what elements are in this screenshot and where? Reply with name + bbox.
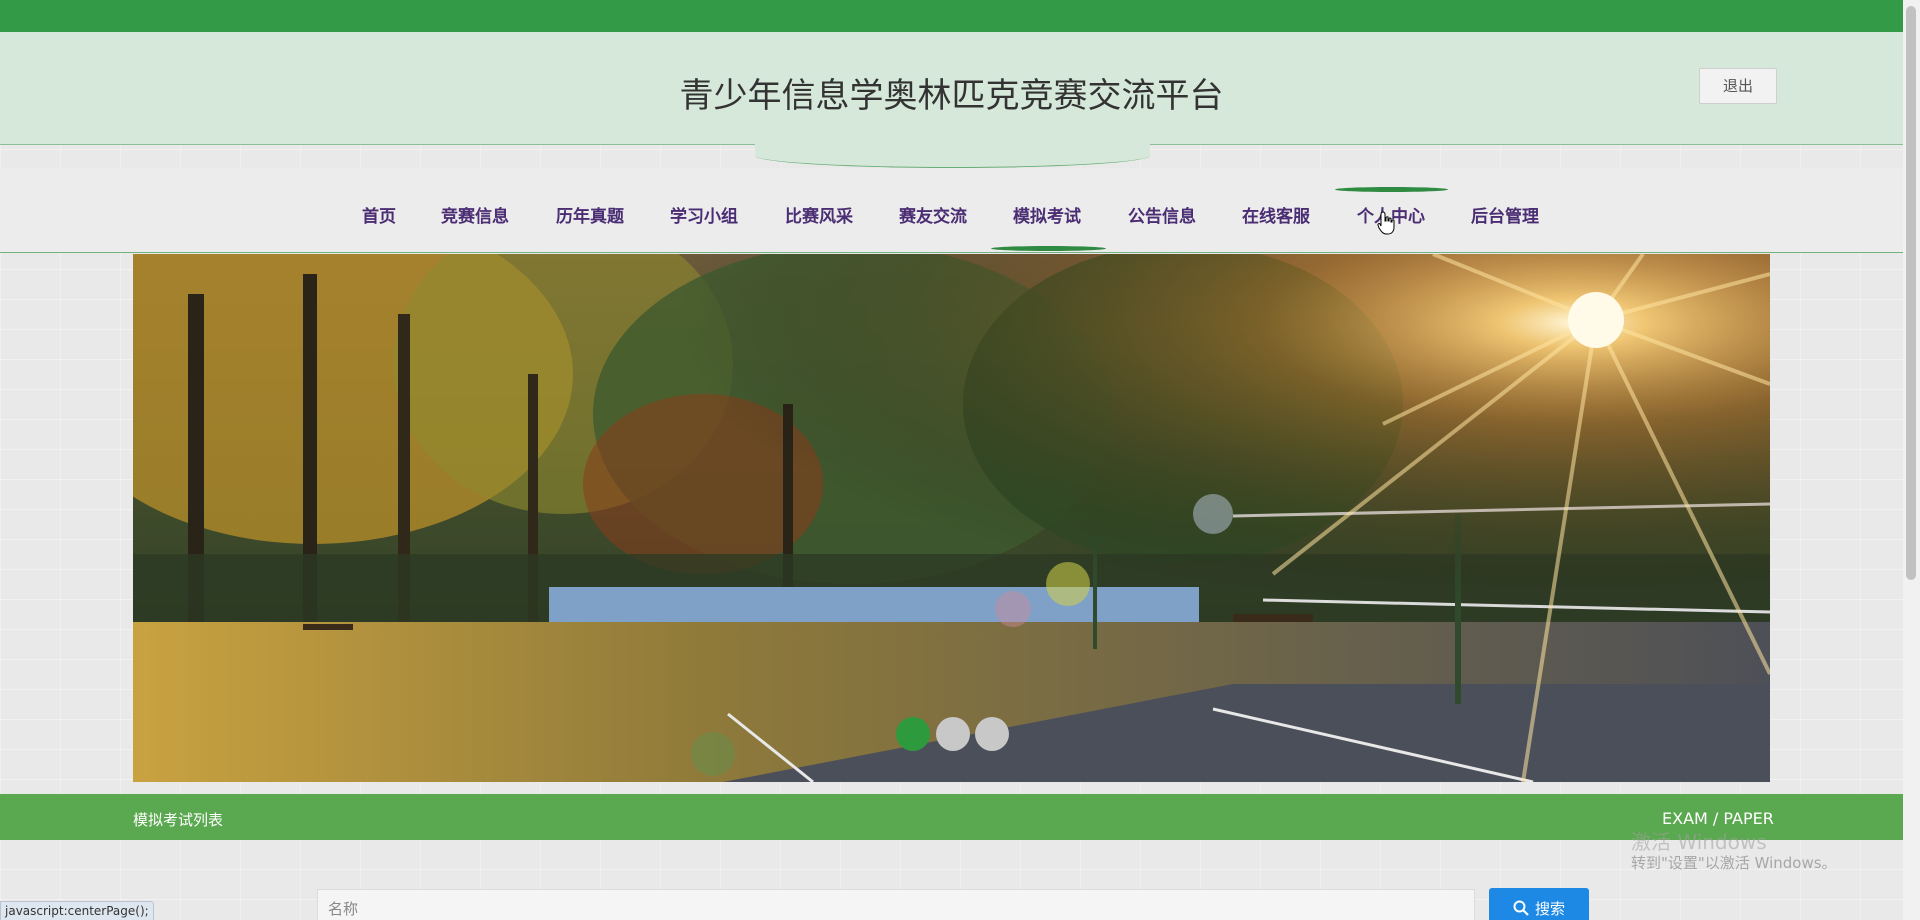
nav-item-past-exams[interactable]: 历年真题 — [556, 202, 624, 227]
hand-pointer-cursor-icon — [1377, 211, 1395, 235]
header-arc-decoration — [755, 143, 1150, 168]
search-button[interactable]: 搜索 — [1489, 888, 1589, 920]
nav-item-announcements[interactable]: 公告信息 — [1128, 202, 1196, 227]
carousel-dot-3[interactable] — [975, 717, 1009, 751]
nav-item-admin[interactable]: 后台管理 — [1471, 202, 1539, 227]
top-green-strip — [0, 0, 1903, 32]
nav-item-mock-exam[interactable]: 模拟考试 — [1013, 202, 1081, 227]
search-name-input[interactable] — [317, 889, 1475, 920]
nav-item-competition-gallery[interactable]: 比赛风采 — [785, 202, 853, 227]
search-button-label: 搜索 — [1534, 899, 1565, 918]
nav-hover-overline — [1335, 187, 1448, 192]
section-title: 模拟考试列表 — [133, 811, 224, 829]
logout-button[interactable]: 退出 — [1699, 68, 1777, 104]
scrollbar-thumb[interactable] — [1906, 6, 1916, 580]
banner-carousel[interactable] — [133, 254, 1770, 782]
nav-active-underline — [991, 246, 1106, 251]
nav-item-competition-info[interactable]: 竞赛信息 — [441, 202, 509, 227]
site-title: 青少年信息学奥林匹克竞赛交流平台 — [679, 76, 1224, 116]
nav-item-online-service[interactable]: 在线客服 — [1242, 202, 1310, 227]
windows-activation-watermark-text: 转到"设置"以激活 Windows。 — [1631, 854, 1837, 872]
banner-image — [133, 254, 1770, 782]
search-icon — [1513, 900, 1529, 916]
carousel-dot-2[interactable] — [936, 717, 970, 751]
windows-activation-watermark-title: 激活 Windows — [1631, 830, 1767, 854]
nav-item-forum[interactable]: 赛友交流 — [899, 202, 967, 227]
section-header-bar — [0, 794, 1903, 840]
nav-item-study-group[interactable]: 学习小组 — [670, 202, 738, 227]
status-bar-link-preview: javascript:centerPage(); — [0, 901, 154, 920]
nav-item-home[interactable]: 首页 — [362, 202, 396, 227]
carousel-dot-1[interactable] — [896, 717, 930, 751]
